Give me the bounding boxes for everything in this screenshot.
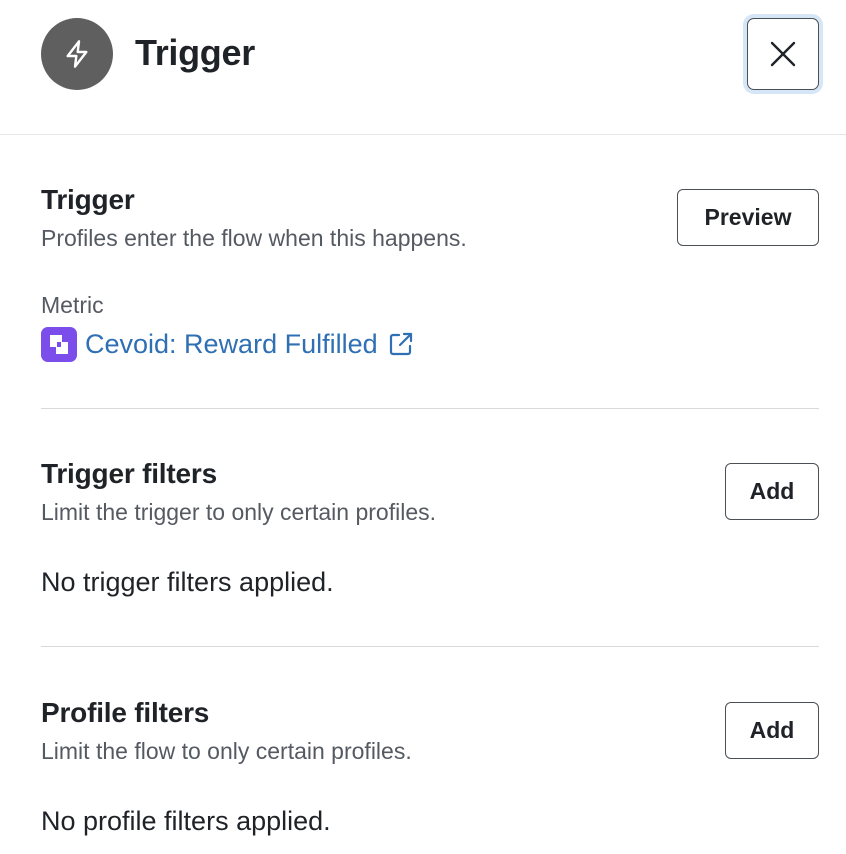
- close-button[interactable]: [747, 18, 819, 90]
- add-trigger-filter-button[interactable]: Add: [725, 463, 819, 520]
- cevoid-logo-icon: [41, 326, 77, 362]
- profile-filters-empty-text: No profile filters applied.: [41, 806, 331, 836]
- lightning-bolt-icon: [41, 18, 113, 90]
- profile-filters-description: Limit the flow to only certain profiles.: [41, 738, 412, 764]
- trigger-panel: Trigger Trigger Profiles enter the flow …: [0, 0, 846, 854]
- trigger-filters-description: Limit the trigger to only certain profil…: [41, 499, 437, 525]
- external-link-icon[interactable]: [388, 331, 414, 357]
- metric-link[interactable]: Cevoid: Reward Fulfilled: [85, 329, 378, 360]
- metric-label: Metric: [41, 292, 104, 318]
- trigger-filters-section: Trigger filters Limit the trigger to onl…: [41, 458, 819, 528]
- close-icon: [770, 41, 796, 67]
- section-divider: [41, 408, 819, 409]
- panel-header: Trigger: [0, 0, 846, 135]
- section-divider: [41, 646, 819, 647]
- preview-button[interactable]: Preview: [677, 189, 819, 246]
- metric-row: Cevoid: Reward Fulfilled: [41, 326, 414, 362]
- profile-filters-section: Profile filters Limit the flow to only c…: [41, 697, 819, 767]
- add-profile-filter-button[interactable]: Add: [725, 702, 819, 759]
- trigger-filters-empty-text: No trigger filters applied.: [41, 567, 334, 597]
- trigger-section: Trigger Profiles enter the flow when thi…: [41, 184, 819, 254]
- profile-filters-title: Profile filters: [41, 697, 210, 728]
- trigger-filters-title: Trigger filters: [41, 458, 217, 489]
- panel-title: Trigger: [135, 32, 255, 73]
